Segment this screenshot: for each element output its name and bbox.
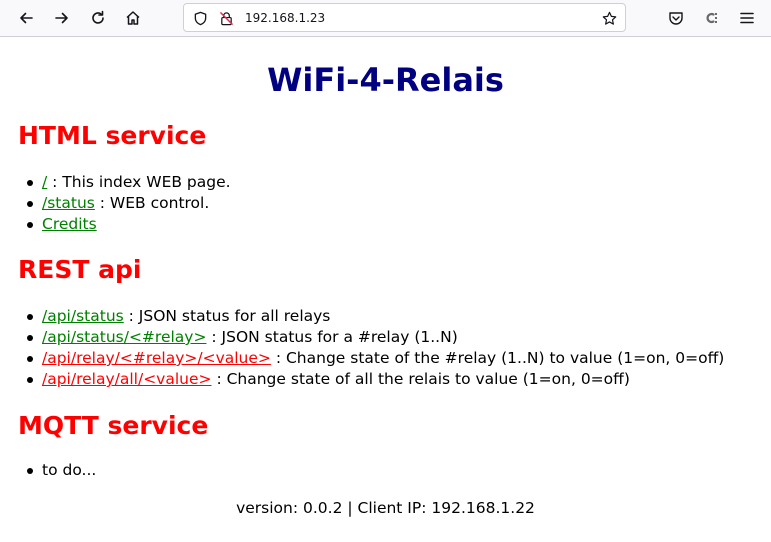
extension-button[interactable] <box>699 5 725 31</box>
bullet <box>27 377 33 383</box>
forward-arrow-icon <box>55 12 68 24</box>
list-item: /api/relay/all/<value> : Change state of… <box>0 369 724 390</box>
insecure-lock-icon[interactable] <box>218 10 234 26</box>
item-description: : This index WEB page. <box>47 173 231 191</box>
bullet <box>27 335 33 341</box>
bullet <box>27 468 33 474</box>
bullet <box>27 180 33 186</box>
menu-icon <box>740 12 754 24</box>
list-item: / : This index WEB page. <box>0 172 231 193</box>
home-icon <box>126 11 140 25</box>
shield-icon[interactable] <box>192 10 208 26</box>
reload-button[interactable] <box>85 5 111 31</box>
mqtt-service-heading: MQTT service <box>18 411 209 440</box>
list-item: /api/relay/<#relay>/<value> : Change sta… <box>0 348 724 369</box>
extension-icon <box>706 12 717 24</box>
reload-icon <box>92 10 104 24</box>
list-item: to do... <box>0 460 96 481</box>
bullet <box>27 356 33 362</box>
api-status-relay-link[interactable]: /api/status/<#relay> <box>42 328 206 346</box>
list-item: Credits <box>0 214 231 235</box>
menu-button[interactable] <box>734 5 760 31</box>
api-relay-all-link[interactable]: /api/relay/all/<value> <box>42 370 212 388</box>
pocket-button[interactable] <box>663 5 689 31</box>
forward-button[interactable] <box>49 5 75 31</box>
bullet <box>27 222 33 228</box>
item-description: : Change state of all the relais to valu… <box>211 370 630 388</box>
status-link[interactable]: /status <box>42 194 95 212</box>
rest-api-heading: REST api <box>18 255 142 284</box>
api-status-link[interactable]: /api/status <box>42 307 124 325</box>
credits-link[interactable]: Credits <box>42 215 97 233</box>
page-title: WiFi-4-Relais <box>267 61 504 99</box>
item-description: : JSON status for all relays <box>123 307 331 325</box>
bullet <box>27 201 33 207</box>
url-text[interactable]: 192.168.1.23 <box>245 10 325 26</box>
item-description: : JSON status for a #relay (1..N) <box>206 328 458 346</box>
back-button[interactable] <box>13 5 39 31</box>
bookmark-star-icon[interactable] <box>601 10 617 26</box>
list-item: /api/status/<#relay> : JSON status for a… <box>0 327 724 348</box>
rest-api-list: /api/status : JSON status for all relays… <box>0 306 724 390</box>
page-content: WiFi-4-Relais HTML service / : This inde… <box>0 38 771 542</box>
version-footer: version: 0.0.2 | Client IP: 192.168.1.22 <box>236 499 535 517</box>
home-button[interactable] <box>120 5 146 31</box>
back-arrow-icon <box>20 12 33 24</box>
item-description: : Change state of the #relay (1..N) to v… <box>270 349 725 367</box>
bullet <box>27 314 33 320</box>
address-bar[interactable]: 192.168.1.23 <box>183 3 626 32</box>
item-text: to do... <box>42 461 97 479</box>
mqtt-service-list: to do... <box>0 460 96 481</box>
list-item: /api/status : JSON status for all relays <box>0 306 724 327</box>
list-item: /status : WEB control. <box>0 193 231 214</box>
pocket-icon <box>669 12 683 25</box>
api-relay-value-link[interactable]: /api/relay/<#relay>/<value> <box>42 349 271 367</box>
item-description: : WEB control. <box>94 194 210 212</box>
browser-toolbar: 192.168.1.23 <box>0 0 771 37</box>
html-service-list: / : This index WEB page. /status : WEB c… <box>0 172 231 235</box>
html-service-heading: HTML service <box>18 121 207 150</box>
